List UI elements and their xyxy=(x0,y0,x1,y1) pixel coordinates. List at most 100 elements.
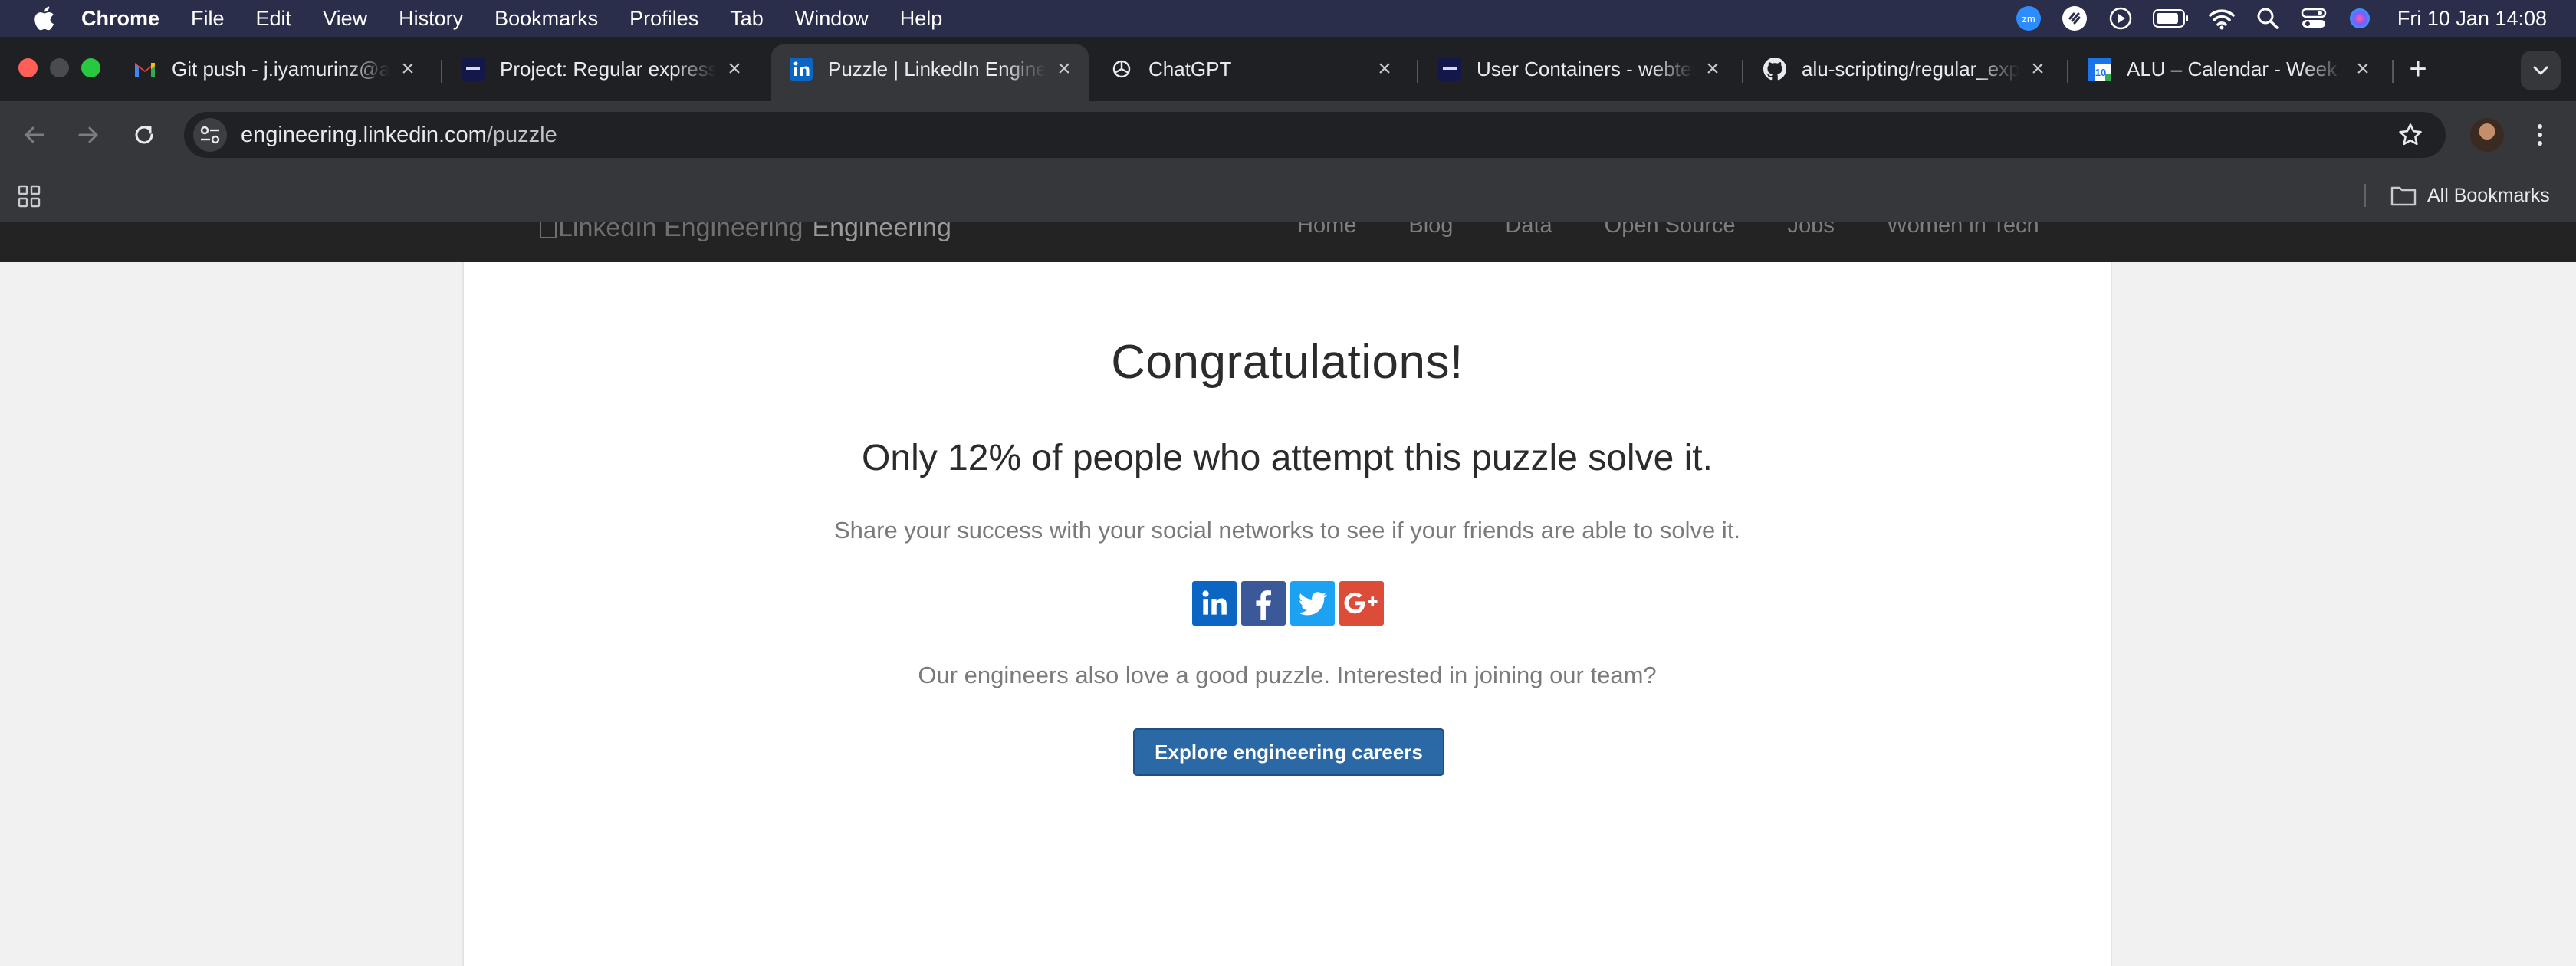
window-zoom-button[interactable] xyxy=(81,58,100,77)
menu-history[interactable]: History xyxy=(399,7,463,31)
menu-bookmarks[interactable]: Bookmarks xyxy=(495,7,598,31)
window-close-button[interactable] xyxy=(18,58,38,77)
alu-icon xyxy=(462,58,485,80)
bookmarks-bar: All Bookmarks xyxy=(0,169,2576,222)
close-icon[interactable]: × xyxy=(1374,58,1395,80)
web-page: LinkedIn Engineering Engineering Home Blo… xyxy=(0,222,2576,966)
nav-link-women-in-tech[interactable]: Women in Tech xyxy=(1887,222,2039,238)
tab-separator xyxy=(2067,60,2068,83)
close-icon[interactable]: × xyxy=(724,58,745,80)
tab-calendar[interactable]: 10 ALU – Calendar - Week o × xyxy=(2070,46,2387,92)
play-icon[interactable] xyxy=(2106,4,2135,33)
profile-avatar[interactable] xyxy=(2470,118,2504,152)
folder-icon xyxy=(2390,186,2417,206)
menu-file[interactable]: File xyxy=(191,7,225,31)
url-path: /puzzle xyxy=(486,123,557,147)
tab-title: User Containers - webter xyxy=(1477,57,1694,80)
calendar-icon: 10 xyxy=(2088,58,2111,80)
calendar-day: 10 xyxy=(2095,67,2106,78)
content-card: Congratulations! Only 12% of people who … xyxy=(462,262,2112,966)
menu-window[interactable]: Window xyxy=(795,7,869,31)
explore-careers-button[interactable]: Explore engineering careers xyxy=(1133,728,1444,776)
menubar-clock[interactable]: Fri 10 Jan 14:08 xyxy=(2397,7,2547,31)
all-bookmarks-button[interactable]: All Bookmarks xyxy=(2390,181,2550,210)
nav-link-jobs[interactable]: Jobs xyxy=(1788,222,1835,238)
site-nav: Home Blog Data Open Source Jobs Women in… xyxy=(1297,222,2091,238)
tab-title: ALU – Calendar - Week o xyxy=(2127,57,2344,80)
site-header: LinkedIn Engineering Engineering Home Blo… xyxy=(0,222,2576,262)
solve-rate-text: Only 12% of people who attempt this puzz… xyxy=(862,438,1713,478)
tab-separator xyxy=(1417,60,1418,83)
chrome-menu-icon[interactable] xyxy=(2528,118,2551,152)
close-icon[interactable]: × xyxy=(1702,58,1723,80)
menu-tab[interactable]: Tab xyxy=(730,7,764,31)
facebook-share-icon[interactable] xyxy=(1241,581,1286,626)
siri-icon[interactable] xyxy=(2345,4,2374,33)
address-bar[interactable]: engineering.linkedin.com/puzzle xyxy=(184,112,2446,158)
spotlight-search-icon[interactable] xyxy=(2253,4,2282,33)
tab-project-regex[interactable]: Project: Regular expressi × xyxy=(443,46,759,92)
forward-button[interactable] xyxy=(71,117,107,153)
macos-menu-bar: Chrome File Edit View History Bookmarks … xyxy=(0,0,2576,37)
twitter-share-icon[interactable] xyxy=(1290,581,1335,626)
tab-github[interactable]: alu-scripting/regular_exp × xyxy=(1745,46,2062,92)
bookmark-star-icon[interactable] xyxy=(2397,121,2424,149)
wifi-icon[interactable] xyxy=(2207,4,2236,33)
new-tab-button[interactable]: + xyxy=(2403,54,2433,86)
tab-title: alu-scripting/regular_exp xyxy=(1802,57,2019,80)
chatgpt-icon xyxy=(1110,58,1133,80)
back-button[interactable] xyxy=(15,117,52,153)
broken-image-icon xyxy=(540,222,557,238)
google-plus-share-icon[interactable] xyxy=(1339,581,1384,626)
nav-link-home[interactable]: Home xyxy=(1297,222,1356,238)
alu-icon xyxy=(1438,58,1461,80)
site-info-icon[interactable] xyxy=(193,118,227,152)
logo-alt-text: LinkedIn Engineering xyxy=(558,222,803,242)
battery-icon[interactable] xyxy=(2152,4,2190,33)
tab-chatgpt[interactable]: ChatGPT × xyxy=(1092,46,1409,92)
join-team-text: Our engineers also love a good puzzle. I… xyxy=(918,662,1657,688)
linkedin-share-icon[interactable] xyxy=(1192,581,1237,626)
tab-separator xyxy=(441,60,442,83)
nav-link-open-source[interactable]: Open Source xyxy=(1605,222,1736,238)
url-text[interactable]: engineering.linkedin.com/puzzle xyxy=(241,123,557,148)
nav-link-blog[interactable]: Blog xyxy=(1408,222,1453,238)
close-icon[interactable]: × xyxy=(2027,58,2049,80)
close-icon[interactable]: × xyxy=(2352,58,2374,80)
zoom-icon[interactable]: zm xyxy=(2014,4,2043,33)
tab-gmail[interactable]: Git push - j.iyamurinz@al × xyxy=(115,46,432,92)
menu-view[interactable]: View xyxy=(323,7,367,31)
menu-edit[interactable]: Edit xyxy=(256,7,292,31)
apps-grid-icon[interactable] xyxy=(17,184,41,209)
app-status-icon[interactable] xyxy=(2060,4,2089,33)
tab-title: ChatGPT xyxy=(1148,57,1232,80)
close-icon[interactable]: × xyxy=(1053,58,1075,80)
gmail-icon xyxy=(133,58,156,80)
tab-linkedin-puzzle[interactable]: Puzzle | LinkedIn Enginee × xyxy=(771,44,1089,101)
browser-toolbar: engineering.linkedin.com/puzzle xyxy=(0,101,2576,169)
url-host: engineering.linkedin.com xyxy=(241,123,487,147)
menu-help[interactable]: Help xyxy=(900,7,943,31)
tab-separator xyxy=(1742,60,1743,83)
bookmarks-separator xyxy=(2364,184,2366,207)
nav-link-data[interactable]: Data xyxy=(1505,222,1552,238)
github-icon xyxy=(1763,58,1786,80)
browser-tab-strip: Git push - j.iyamurinz@al × Project: Reg… xyxy=(0,37,2576,101)
site-logo[interactable]: LinkedIn Engineering Engineering xyxy=(540,222,951,243)
tab-separator xyxy=(2392,60,2394,83)
zoom-badge-text: zm xyxy=(2022,13,2035,25)
window-minimize-button[interactable] xyxy=(50,58,69,77)
control-center-icon[interactable] xyxy=(2299,4,2328,33)
page-title: Congratulations! xyxy=(1111,336,1464,389)
tab-user-containers[interactable]: User Containers - webter × xyxy=(1420,46,1737,92)
reload-button[interactable] xyxy=(126,117,163,153)
tab-search-button[interactable] xyxy=(2521,51,2561,90)
menu-app-name[interactable]: Chrome xyxy=(81,7,159,31)
tab-title: Git push - j.iyamurinz@al xyxy=(172,57,389,80)
all-bookmarks-label: All Bookmarks xyxy=(2427,184,2550,206)
apple-icon[interactable] xyxy=(29,4,58,33)
menu-profiles[interactable]: Profiles xyxy=(629,7,698,31)
logo-text: Engineering xyxy=(812,222,951,242)
close-icon[interactable]: × xyxy=(397,58,419,80)
social-share-buttons xyxy=(1192,581,1388,626)
